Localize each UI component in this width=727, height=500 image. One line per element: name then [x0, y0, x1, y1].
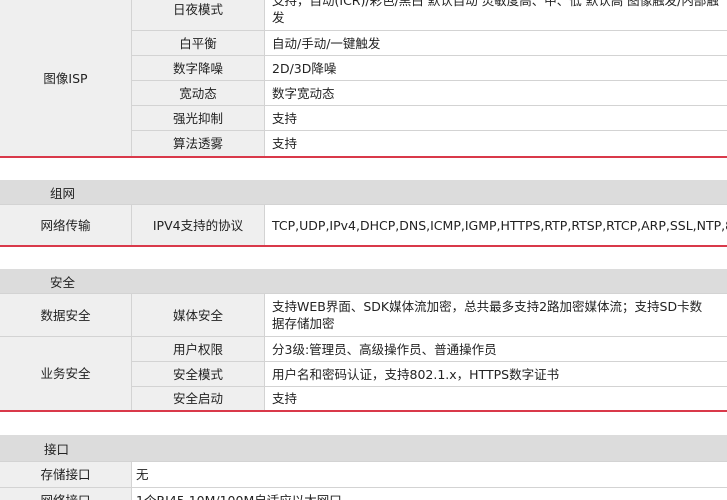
isp-row-value: 支持 — [265, 131, 727, 156]
security-row-value: 分3级:管理员、高级操作员、普通操作员 — [265, 337, 727, 361]
table-divider — [131, 205, 132, 245]
table-divider — [131, 462, 132, 500]
isp-row-label: 宽动态 — [132, 81, 264, 105]
table-divider — [264, 294, 265, 410]
table-divider — [131, 294, 132, 410]
isp-row-value: 2D/3D降噪 — [265, 56, 727, 80]
section-divider — [0, 245, 727, 247]
section-title-security: 安全 — [0, 269, 727, 293]
network-row-value: TCP,UDP,IPv4,DHCP,DNS,ICMP,IGMP,HTTPS,RT… — [265, 205, 727, 245]
table-divider — [0, 336, 727, 337]
isp-row-label: 白平衡 — [132, 31, 264, 55]
isp-row-label: 算法透雾 — [132, 131, 264, 156]
section-divider — [0, 410, 727, 412]
security-row-value: 支持 — [265, 387, 727, 410]
table-divider — [132, 80, 727, 81]
security-row-label: 安全启动 — [132, 387, 264, 410]
interface-row-value: 1个RJ45 10M/100M自适应以太网口 — [132, 488, 727, 500]
table-divider — [132, 105, 727, 106]
interface-row-value: 无 — [132, 462, 727, 487]
security-data-group-label: 数据安全 — [0, 294, 131, 336]
table-divider — [264, 0, 265, 156]
isp-group-label: 图像ISP — [0, 0, 131, 156]
isp-row-label: 数字降噪 — [132, 56, 264, 80]
network-row-label: IPV4支持的协议 — [132, 205, 264, 245]
isp-row-value: 支持，自动(ICR)/彩色/黑白 默认自动 灵敏度高、中、低 默认高 图像触发/… — [265, 0, 727, 30]
interface-row-label: 存储接口 — [0, 462, 131, 487]
section-title-interface: 接口 — [0, 435, 727, 461]
section-divider — [0, 156, 727, 158]
security-business-group-label: 业务安全 — [0, 337, 131, 410]
isp-row-label: 日夜模式 — [132, 0, 264, 30]
table-divider — [132, 386, 727, 387]
table-divider — [132, 30, 727, 31]
table-divider — [264, 205, 265, 245]
interface-row-label: 网络接口 — [0, 488, 131, 500]
table-divider — [132, 55, 727, 56]
section-title-network: 组网 — [0, 180, 727, 204]
isp-row-value: 数字宽动态 — [265, 81, 727, 105]
isp-row-label: 强光抑制 — [132, 106, 264, 130]
table-divider — [132, 130, 727, 131]
isp-row-value: 支持 — [265, 106, 727, 130]
security-row-label: 用户权限 — [132, 337, 264, 361]
security-row-value: 用户名和密码认证，支持802.1.x，HTTPS数字证书 — [265, 362, 727, 386]
security-row-label: 安全模式 — [132, 362, 264, 386]
isp-row-value: 自动/手动/一键触发 — [265, 31, 727, 55]
table-divider — [131, 0, 132, 156]
security-row-value: 支持WEB界面、SDK媒体流加密，总共最多支持2路加密媒体流；支持SD卡数据存储… — [265, 294, 727, 336]
network-group-label: 网络传输 — [0, 205, 131, 245]
table-divider — [132, 361, 727, 362]
security-row-label: 媒体安全 — [132, 294, 264, 336]
